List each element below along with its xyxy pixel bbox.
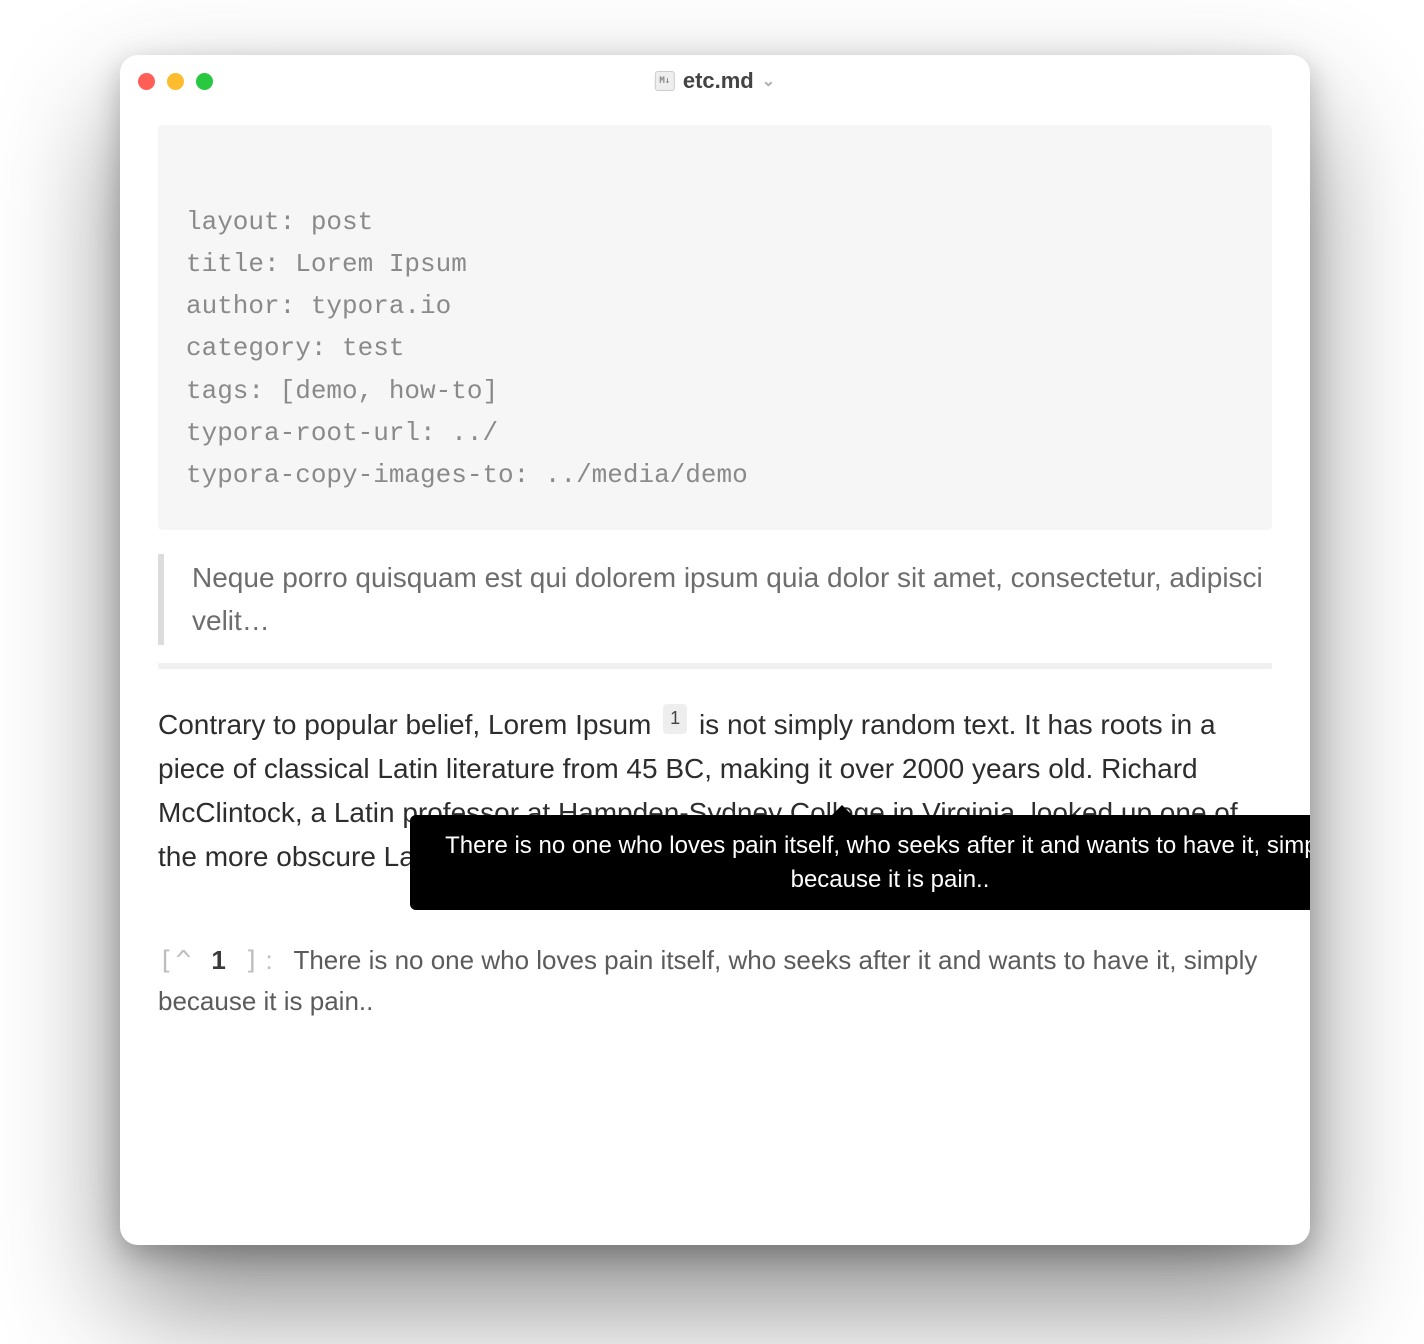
tooltip-text: There is no one who loves pain itself, w… <box>445 832 1310 893</box>
blockquote-text: Neque porro quisquam est qui dolorem ips… <box>192 562 1263 636</box>
footnote-open-bracket: [^ <box>158 946 193 976</box>
window-controls <box>138 73 213 90</box>
footnote-tooltip: There is no one who loves pain itself, w… <box>410 815 1310 910</box>
window-title[interactable]: M↓ etc.md ⌄ <box>655 68 775 94</box>
close-icon[interactable] <box>138 73 155 90</box>
titlebar: M↓ etc.md ⌄ <box>120 55 1310 107</box>
maximize-icon[interactable] <box>196 73 213 90</box>
footnote-colon: : <box>261 945 286 975</box>
filename: etc.md <box>683 68 754 94</box>
footnote-text: There is no one who loves pain itself, w… <box>158 945 1257 1016</box>
minimize-icon[interactable] <box>167 73 184 90</box>
footnote-definition[interactable]: [^1]: There is no one who loves pain its… <box>158 940 1272 1022</box>
editor-window: M↓ etc.md ⌄ layout: post title: Lorem Ip… <box>120 55 1310 1245</box>
chevron-down-icon[interactable]: ⌄ <box>762 71 775 91</box>
body-text-before: Contrary to popular belief, Lorem Ipsum <box>158 709 651 740</box>
footnote-number[interactable]: 1 <box>193 945 243 975</box>
blockquote[interactable]: Neque porro quisquam est qui dolorem ips… <box>158 554 1272 645</box>
footnote-reference[interactable]: 1 <box>663 704 687 734</box>
frontmatter-line[interactable]: category: test <box>186 333 404 363</box>
frontmatter-line[interactable]: author: typora.io <box>186 291 451 321</box>
markdown-file-icon: M↓ <box>655 71 675 91</box>
frontmatter-line[interactable]: tags: [demo, how-to] <box>186 376 498 406</box>
frontmatter-line[interactable]: layout: post <box>186 207 373 237</box>
horizontal-rule <box>158 663 1272 669</box>
yaml-frontmatter[interactable]: layout: post title: Lorem Ipsum author: … <box>158 125 1272 530</box>
frontmatter-line[interactable]: typora-copy-images-to: ../media/demo <box>186 460 748 490</box>
footnote-close-bracket: ] <box>244 946 262 976</box>
frontmatter-line[interactable]: title: Lorem Ipsum <box>186 249 467 279</box>
frontmatter-line[interactable]: typora-root-url: ../ <box>186 418 498 448</box>
